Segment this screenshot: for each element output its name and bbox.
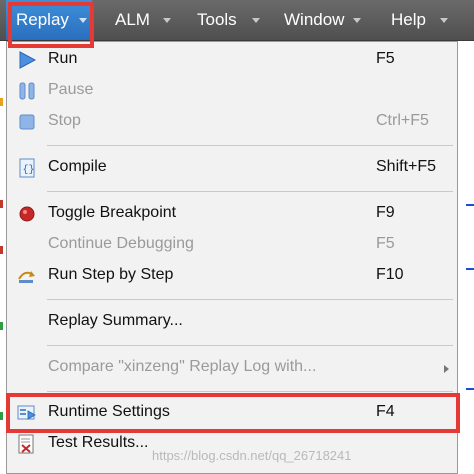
watermark: https://blog.csdn.net/qq_26718241	[152, 448, 352, 463]
menu-item-continue-debugging[interactable]: Continue Debugging F5	[7, 231, 457, 261]
background-window-right	[458, 40, 474, 474]
menu-item-label: Toggle Breakpoint	[48, 204, 177, 221]
gutter-mark	[0, 246, 3, 254]
menu-item-label: Test Results...	[48, 434, 149, 451]
menu-separator	[47, 145, 453, 146]
gutter-mark	[0, 98, 3, 106]
menu-item-label: Pause	[48, 81, 94, 98]
menu-item-compare-replay-log[interactable]: Compare "xinzeng" Replay Log with...	[7, 354, 457, 384]
menu-item-shortcut: Shift+F5	[376, 158, 437, 175]
test-results-icon	[18, 434, 34, 454]
menu-separator	[47, 191, 453, 192]
compile-icon: {}	[19, 158, 35, 178]
link-fragment	[466, 204, 474, 206]
gutter-mark	[0, 322, 3, 330]
menu-item-stop[interactable]: Stop Ctrl+F5	[7, 108, 457, 138]
link-fragment	[466, 388, 474, 390]
menu-tools[interactable]: Tools	[188, 0, 270, 40]
highlight-runtime-settings	[6, 393, 460, 433]
menu-item-shortcut: F5	[376, 50, 395, 67]
menu-alm[interactable]: ALM	[106, 0, 176, 40]
menu-window-label: Window	[284, 10, 345, 29]
menu-item-shortcut: F9	[376, 204, 395, 221]
chevron-down-icon	[163, 18, 171, 23]
stop-icon	[19, 114, 35, 130]
chevron-down-icon	[353, 18, 361, 23]
menu-separator	[47, 391, 453, 392]
menu-item-label: Compile	[48, 158, 107, 175]
menu-item-label: Continue Debugging	[48, 235, 194, 252]
menu-alm-label: ALM	[115, 10, 150, 29]
menu-help-label: Help	[391, 10, 426, 29]
menu-separator	[47, 345, 453, 346]
chevron-down-icon	[252, 18, 260, 23]
menu-item-label: Compare "xinzeng" Replay Log with...	[48, 358, 317, 375]
menu-item-toggle-breakpoint[interactable]: Toggle Breakpoint F9	[7, 200, 457, 230]
breakpoint-icon	[19, 206, 35, 222]
menu-item-run[interactable]: Run F5	[7, 46, 457, 76]
play-icon	[19, 51, 37, 69]
gutter-mark	[0, 200, 3, 208]
menu-item-replay-summary[interactable]: Replay Summary...	[7, 308, 457, 338]
menu-item-label: Stop	[48, 112, 81, 129]
menu-item-shortcut: F5	[376, 235, 395, 252]
menu-help[interactable]: Help	[382, 0, 474, 40]
link-fragment	[466, 268, 474, 270]
menu-separator	[47, 299, 453, 300]
svg-text:{}: {}	[23, 164, 35, 176]
chevron-right-icon	[444, 365, 449, 373]
step-icon	[18, 271, 35, 283]
menu-item-shortcut: Ctrl+F5	[376, 112, 429, 129]
gutter-mark	[0, 412, 3, 420]
highlight-replay-menu	[8, 2, 94, 48]
menu-item-compile[interactable]: {} Compile Shift+F5	[7, 154, 457, 184]
menu-tools-label: Tools	[197, 10, 237, 29]
chevron-down-icon	[440, 18, 448, 23]
menu-item-label: Run Step by Step	[48, 266, 174, 283]
menu-item-pause[interactable]: Pause	[7, 77, 457, 107]
pause-icon	[19, 82, 35, 100]
menu-item-label: Replay Summary...	[48, 312, 183, 329]
menu-item-shortcut: F10	[376, 266, 404, 283]
menu-item-run-step-by-step[interactable]: Run Step by Step F10	[7, 262, 457, 292]
menu-item-label: Run	[48, 50, 78, 67]
menu-window[interactable]: Window	[275, 0, 370, 40]
